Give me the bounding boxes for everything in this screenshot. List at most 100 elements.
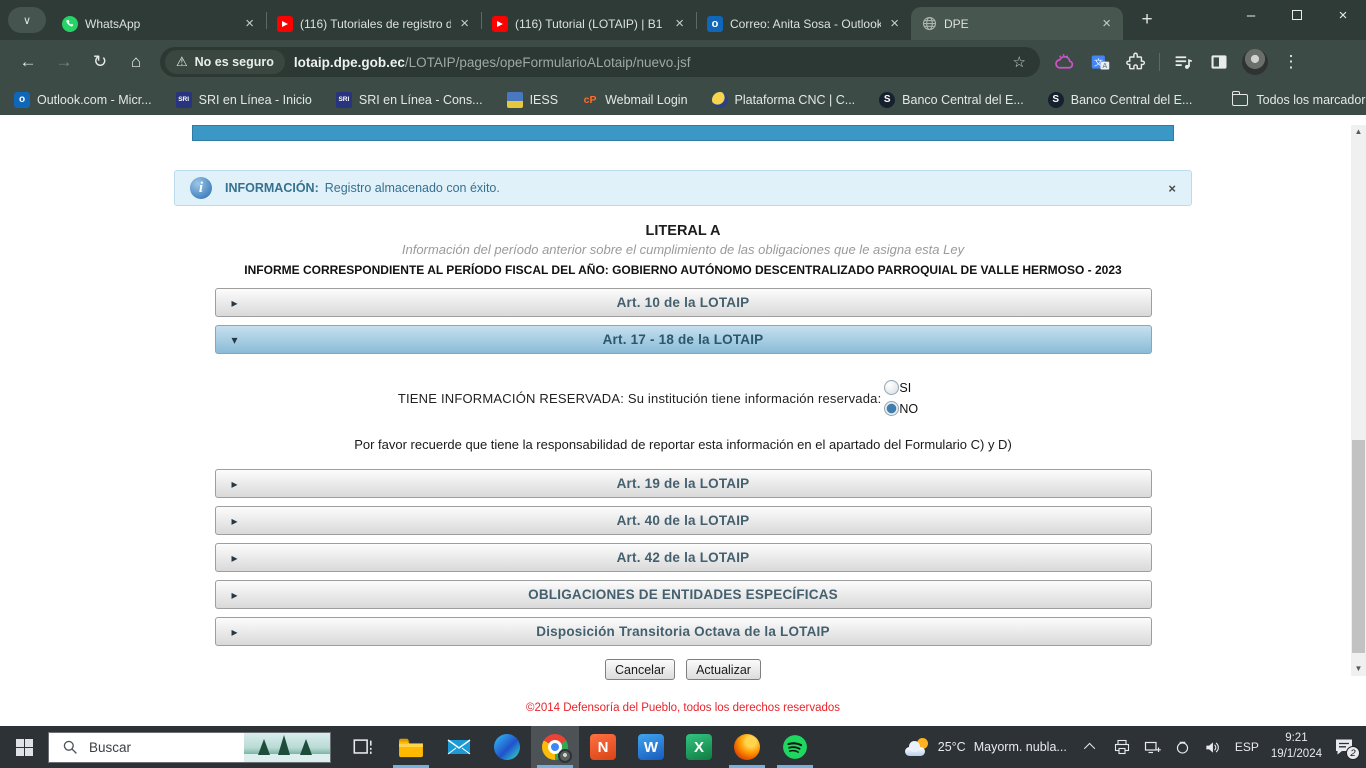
- banco-central-icon: [879, 92, 895, 108]
- radio-label: NO: [899, 402, 918, 416]
- page-subtitle: Información del período anterior sobre e…: [0, 242, 1366, 257]
- radio-group: SI NO: [884, 380, 918, 416]
- accordion-label: Art. 10 de la LOTAIP: [617, 295, 750, 310]
- page-scrollbar[interactable]: ▲ ▼: [1351, 125, 1366, 676]
- word-button[interactable]: W: [627, 726, 675, 768]
- refresh-button[interactable]: ↻: [85, 47, 115, 77]
- collapsed-arrow-icon: ▸: [232, 588, 238, 602]
- bookmark-bce-1[interactable]: Banco Central del E...: [879, 92, 1024, 108]
- toolbar-separator: [1159, 53, 1160, 71]
- folder-icon: [1232, 94, 1248, 106]
- update-button[interactable]: Actualizar: [686, 659, 761, 680]
- tab-whatsapp[interactable]: WhatsApp ×: [52, 7, 266, 40]
- scroll-down-icon[interactable]: ▼: [1351, 663, 1366, 675]
- network-icon[interactable]: [1144, 739, 1161, 755]
- forward-button[interactable]: →: [49, 47, 79, 77]
- all-bookmarks-button[interactable]: Todos los marcadores: [1232, 93, 1366, 107]
- profile-avatar[interactable]: [1242, 49, 1268, 75]
- accordion-obligaciones[interactable]: ▸ OBLIGACIONES DE ENTIDADES ESPECÍFICAS: [215, 580, 1152, 609]
- tab-close-icon[interactable]: ×: [673, 15, 686, 32]
- bookmark-star-icon[interactable]: ☆: [1004, 53, 1035, 71]
- weather-icon: [905, 738, 929, 756]
- collapsed-arrow-icon: ▸: [232, 625, 238, 639]
- bookmark-sri-consultas[interactable]: SRI en Línea - Cons...: [336, 92, 483, 108]
- window-minimize-button[interactable]: –: [1228, 0, 1274, 30]
- url-path: /LOTAIP/pages/opeFormularioALotaip/nuevo…: [405, 55, 691, 70]
- accordion-art-40[interactable]: ▸ Art. 40 de la LOTAIP: [215, 506, 1152, 535]
- radio-no-selected[interactable]: [884, 401, 899, 416]
- url-domain: lotaip.dpe.gob.ec: [294, 55, 405, 70]
- tray-expand-chevron-icon[interactable]: [1084, 743, 1095, 754]
- extensions-puzzle-icon[interactable]: [1121, 47, 1151, 77]
- bookmark-webmail[interactable]: Webmail Login: [582, 92, 687, 108]
- accordion-art-17-18[interactable]: ▾ Art. 17 - 18 de la LOTAIP: [215, 325, 1152, 354]
- bookmark-outlook[interactable]: Outlook.com - Micr...: [14, 92, 152, 108]
- translate-icon[interactable]: 文A: [1085, 47, 1115, 77]
- file-explorer-button[interactable]: [387, 726, 435, 768]
- accordion-disposicion-transitoria[interactable]: ▸ Disposición Transitoria Octava de la L…: [215, 617, 1152, 646]
- tab-title: WhatsApp: [85, 17, 236, 31]
- collapsed-arrow-icon: ▸: [232, 514, 238, 528]
- tab-youtube-2[interactable]: (116) Tutorial (LOTAIP) | B1 - ×: [482, 7, 696, 40]
- menu-icon[interactable]: ⋮: [1276, 47, 1306, 77]
- security-chip[interactable]: ⚠ No es seguro: [165, 50, 285, 74]
- address-bar[interactable]: ⚠ No es seguro lotaip.dpe.gob.ec/LOTAIP/…: [160, 47, 1040, 77]
- tab-close-icon[interactable]: ×: [458, 15, 471, 32]
- volume-icon[interactable]: [1204, 740, 1220, 755]
- radio-option-si[interactable]: SI: [884, 380, 918, 395]
- bookmark-iess[interactable]: IESS: [507, 92, 559, 108]
- weather-widget[interactable]: 25°C Mayorm. nubla...: [905, 738, 1067, 756]
- tabs: WhatsApp × (116) Tutoriales de registro …: [52, 0, 1161, 40]
- mail-button[interactable]: [435, 726, 483, 768]
- printer-icon[interactable]: [1114, 739, 1130, 755]
- window-maximize-button[interactable]: [1274, 0, 1320, 30]
- scrollbar-thumb[interactable]: [1352, 440, 1365, 653]
- nitro-pdf-button[interactable]: N: [579, 726, 627, 768]
- collapsed-arrow-icon: ▸: [232, 477, 238, 491]
- scroll-up-icon[interactable]: ▲: [1351, 126, 1366, 138]
- maximize-icon: [1292, 10, 1302, 20]
- task-view-button[interactable]: [339, 726, 387, 768]
- home-button[interactable]: ⌂: [121, 47, 151, 77]
- tab-list-chevron-button[interactable]: ∨: [8, 7, 46, 33]
- accordion-label: Disposición Transitoria Octava de la LOT…: [536, 624, 829, 639]
- accordion-art-10[interactable]: ▸ Art. 10 de la LOTAIP: [215, 288, 1152, 317]
- tab-close-icon[interactable]: ×: [1100, 15, 1113, 32]
- taskbar-search[interactable]: Buscar: [48, 732, 331, 763]
- accordion-art-42[interactable]: ▸ Art. 42 de la LOTAIP: [215, 543, 1152, 572]
- tab-dpe-active[interactable]: DPE ×: [911, 7, 1123, 40]
- accordion-art-19[interactable]: ▸ Art. 19 de la LOTAIP: [215, 469, 1152, 498]
- back-button[interactable]: ←: [13, 47, 43, 77]
- tab-close-icon[interactable]: ×: [888, 15, 901, 32]
- side-panel-icon[interactable]: [1204, 47, 1234, 77]
- language-indicator[interactable]: ESP: [1235, 740, 1259, 754]
- bookmark-bce-2[interactable]: Banco Central del E...: [1048, 92, 1193, 108]
- nitro-pdf-icon: N: [590, 734, 616, 760]
- tab-outlook[interactable]: Correo: Anita Sosa - Outlook ×: [697, 7, 911, 40]
- tab-youtube-1[interactable]: (116) Tutoriales de registro d ×: [267, 7, 481, 40]
- bookmark-cnc[interactable]: Plataforma CNC | C...: [712, 92, 856, 108]
- window-close-button[interactable]: ×: [1320, 0, 1366, 30]
- meet-now-icon[interactable]: [1175, 739, 1190, 755]
- tab-close-icon[interactable]: ×: [243, 15, 256, 32]
- clock[interactable]: 9:21 19/1/2024: [1271, 731, 1322, 762]
- radio-option-no[interactable]: NO: [884, 401, 918, 416]
- cloud-extension-icon[interactable]: [1049, 47, 1079, 77]
- edge-button[interactable]: [483, 726, 531, 768]
- chrome-button[interactable]: [531, 726, 579, 768]
- firefox-button[interactable]: [723, 726, 771, 768]
- media-controls-icon[interactable]: [1168, 47, 1198, 77]
- new-tab-button[interactable]: +: [1133, 6, 1161, 34]
- cancel-button[interactable]: Cancelar: [605, 659, 675, 680]
- spotify-button[interactable]: [771, 726, 819, 768]
- notification-center-button[interactable]: 2: [1334, 738, 1354, 756]
- radio-si-unselected[interactable]: [884, 380, 899, 395]
- info-banner: i INFORMACIÓN:Registro almacenado con éx…: [174, 170, 1192, 206]
- bookmark-sri-inicio[interactable]: SRI en Línea - Inicio: [176, 92, 312, 108]
- tab-title: DPE: [944, 17, 1093, 31]
- excel-button[interactable]: X: [675, 726, 723, 768]
- cnc-icon: [712, 92, 728, 108]
- start-button[interactable]: [0, 726, 48, 768]
- info-close-icon[interactable]: ×: [1168, 181, 1176, 196]
- whatsapp-icon: [62, 16, 78, 32]
